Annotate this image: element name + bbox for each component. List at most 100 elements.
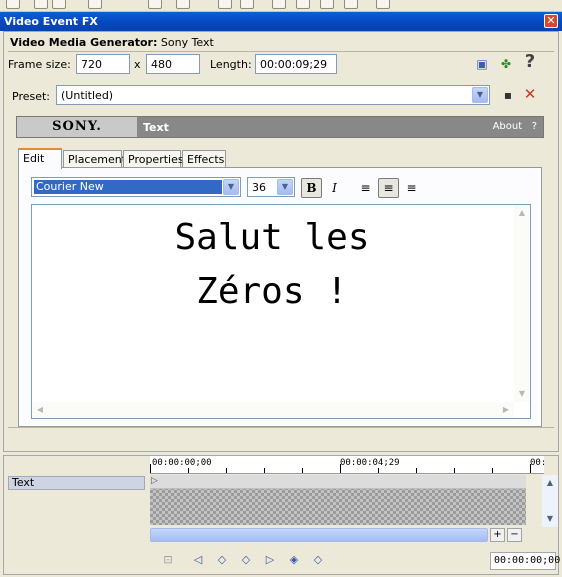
- chevron-down-icon[interactable]: ▼: [223, 179, 239, 195]
- add-keyframe-icon[interactable]: ◈: [286, 552, 302, 568]
- frame-size-separator: x: [134, 58, 141, 71]
- ruler-label: 00:00:00;00: [152, 458, 212, 468]
- frame-height-field[interactable]: 480: [146, 54, 200, 74]
- scroll-down-icon[interactable]: ▼: [543, 512, 557, 526]
- ruler-tick: [150, 464, 151, 473]
- frame-width-field[interactable]: 720: [76, 54, 130, 74]
- delete-keyframe-icon[interactable]: ◇: [310, 552, 326, 568]
- editor-horizontal-scrollbar[interactable]: ◀ ▶: [32, 402, 514, 418]
- ruler-tick: [492, 468, 493, 473]
- about-link[interactable]: About ?: [493, 121, 537, 132]
- scroll-left-icon[interactable]: ◀: [33, 403, 47, 417]
- plugin-chain-icon[interactable]: ✤: [498, 56, 514, 72]
- preset-dropdown[interactable]: (Untitled) ▼: [56, 85, 490, 105]
- tab-edit[interactable]: Edit: [18, 148, 62, 169]
- toolbar-icon[interactable]: [272, 0, 286, 9]
- toolbar-icon[interactable]: [376, 0, 390, 9]
- timeline-horizontal-scrollbar[interactable]: [150, 528, 488, 542]
- align-center-icon[interactable]: ≡: [378, 178, 399, 198]
- toolbar-icon[interactable]: [52, 0, 66, 9]
- keyframe-timeline: Text 00:00:00;00 00:00:04;29 00: ▷ ▲ ▼ +…: [3, 455, 560, 575]
- ruler-label: 00:00:04;29: [340, 458, 400, 468]
- time-ruler[interactable]: 00:00:00;00 00:00:04;29 00:: [150, 456, 544, 474]
- help-icon[interactable]: ?: [522, 53, 538, 71]
- about-help-icon: ?: [531, 121, 537, 132]
- plugin-header-bar: SONY. Text About ?: [16, 116, 544, 138]
- editor-line: Zéros !: [196, 271, 348, 312]
- align-left-icon[interactable]: ≡: [355, 178, 376, 198]
- align-right-icon[interactable]: ≡: [401, 178, 422, 198]
- scroll-up-icon[interactable]: ▲: [515, 206, 529, 220]
- sony-logo: SONY.: [17, 117, 137, 137]
- font-value: Courier New: [34, 180, 222, 194]
- edit-tab-panel: Courier New ▼ 36 ▼ B I ≡ ≡ ≡ Salut les Z…: [18, 167, 542, 427]
- tab-effects[interactable]: Effects: [182, 150, 226, 168]
- save-preset-icon[interactable]: ▪: [500, 87, 516, 103]
- editor-line: Salut les: [174, 217, 370, 258]
- ruler-tick: [378, 468, 379, 473]
- toolbar-icon[interactable]: [176, 0, 190, 9]
- toolbar-icon[interactable]: [88, 0, 102, 9]
- bold-button[interactable]: B: [301, 178, 322, 198]
- ruler-label: 00:: [530, 458, 544, 468]
- track-header[interactable]: Text: [8, 476, 145, 490]
- preset-value: (Untitled): [61, 89, 114, 102]
- italic-button[interactable]: I: [324, 178, 345, 198]
- toolbar-icon[interactable]: [218, 0, 232, 9]
- last-keyframe-icon[interactable]: ▷: [262, 552, 278, 568]
- close-button[interactable]: ✕: [544, 14, 558, 28]
- lock-icon[interactable]: ⊡: [160, 552, 176, 568]
- ruler-tick: [264, 468, 265, 473]
- ruler-tick: [226, 468, 227, 473]
- editor-text[interactable]: Salut les Zéros !: [36, 211, 508, 319]
- window-title: Video Event FX: [4, 15, 98, 28]
- editor-vertical-scrollbar[interactable]: ▲ ▼: [514, 205, 530, 402]
- track-list: Text: [4, 456, 149, 574]
- ruler-tick: [416, 468, 417, 473]
- first-keyframe-icon[interactable]: ◁: [190, 552, 206, 568]
- scroll-up-icon[interactable]: ▲: [543, 476, 557, 490]
- toolbar-icon[interactable]: [6, 0, 20, 9]
- tab-properties[interactable]: Properties: [123, 150, 184, 168]
- tab-placement[interactable]: Placement: [63, 150, 126, 168]
- chevron-down-icon[interactable]: ▼: [277, 179, 293, 195]
- ruler-tick: [302, 468, 303, 473]
- generator-line: Video Media Generator: Sony Text: [10, 36, 214, 49]
- plugin-title: Text: [143, 121, 169, 134]
- zoom-in-button[interactable]: +: [490, 528, 505, 542]
- next-keyframe-icon[interactable]: ◇: [238, 552, 254, 568]
- divider: [8, 427, 554, 428]
- generator-name: Sony Text: [160, 36, 214, 49]
- divider: [8, 51, 554, 52]
- keyframe-row[interactable]: ▷: [150, 475, 526, 489]
- font-size-dropdown[interactable]: 36 ▼: [247, 177, 295, 197]
- text-editor[interactable]: Salut les Zéros ! ▲ ▼ ◀ ▶: [31, 204, 531, 419]
- toolbar-icon[interactable]: [148, 0, 162, 9]
- preset-label: Preset:: [12, 90, 51, 103]
- zoom-out-button[interactable]: −: [507, 528, 522, 542]
- scroll-right-icon[interactable]: ▶: [499, 403, 513, 417]
- length-label: Length:: [210, 58, 252, 71]
- scroll-down-icon[interactable]: ▼: [515, 387, 529, 401]
- toolbar-icon[interactable]: [320, 0, 334, 9]
- toolbar-icon[interactable]: [34, 0, 48, 9]
- toolbar-icon[interactable]: [240, 0, 254, 9]
- timeline-vertical-scrollbar[interactable]: ▲ ▼: [542, 475, 558, 527]
- ruler-tick: [454, 468, 455, 473]
- fx-panel: Video Media Generator: Sony Text Frame s…: [3, 31, 559, 452]
- ruler-tick: [340, 464, 341, 473]
- prev-keyframe-icon[interactable]: ◇: [214, 552, 230, 568]
- window-title-bar: Video Event FX: [0, 12, 562, 31]
- generator-label: Video Media Generator:: [10, 36, 158, 49]
- chevron-down-icon[interactable]: ▼: [472, 87, 488, 103]
- keyframe-track[interactable]: ▷: [150, 475, 526, 525]
- length-field[interactable]: 00:00:09;29: [255, 54, 337, 74]
- about-label: About: [492, 121, 523, 132]
- toolbar-icon[interactable]: [344, 0, 358, 9]
- toolbar-icon[interactable]: [296, 0, 310, 9]
- timecode-field[interactable]: 00:00:00;00: [490, 552, 560, 570]
- font-dropdown[interactable]: Courier New ▼: [31, 177, 241, 197]
- media-settings-icon[interactable]: ▣: [474, 56, 490, 72]
- delete-preset-icon[interactable]: ✕: [522, 86, 538, 102]
- keyframe-marker-icon[interactable]: ▷: [151, 476, 158, 486]
